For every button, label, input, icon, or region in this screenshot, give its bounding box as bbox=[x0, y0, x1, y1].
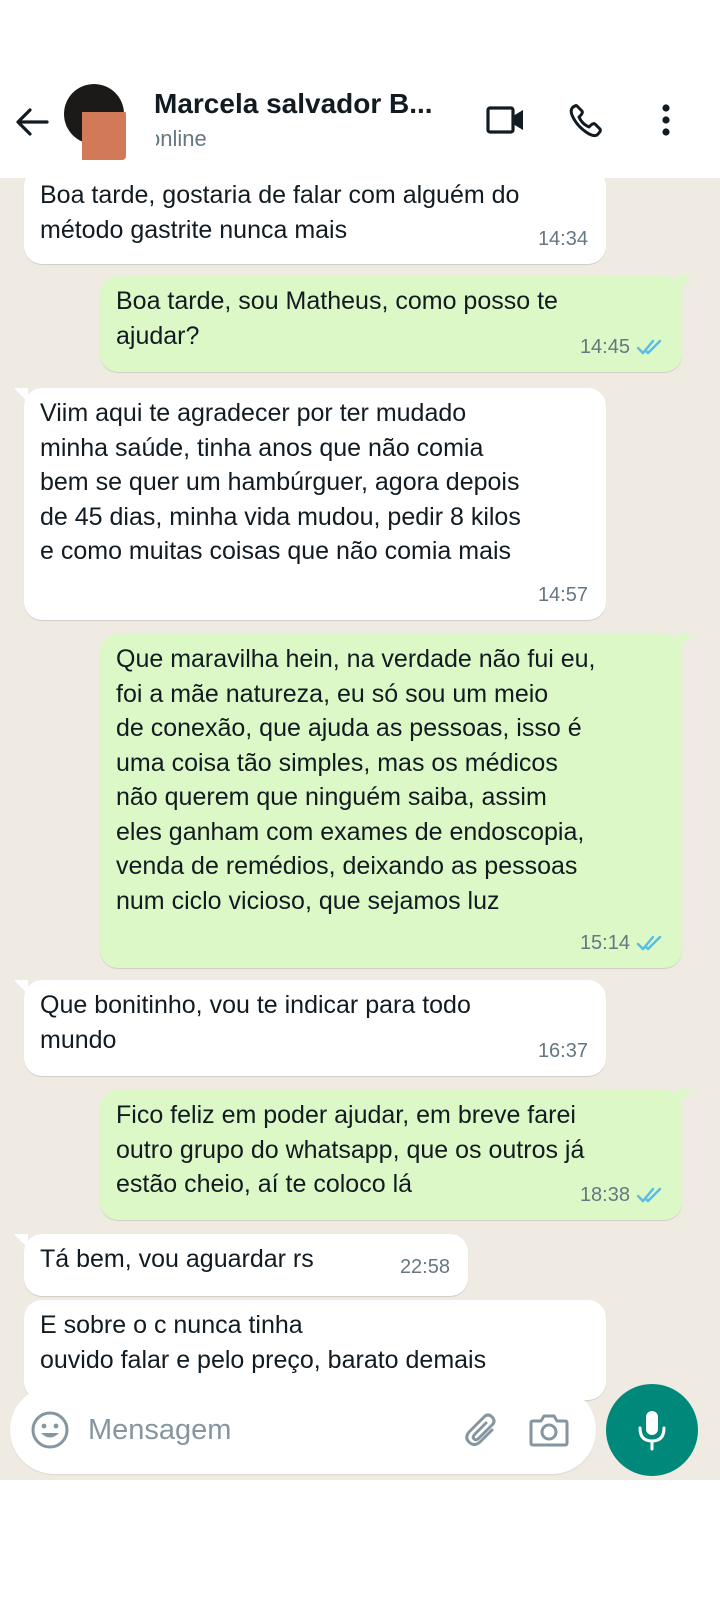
message-text: Boa tarde, sou Matheus, como posso te aj… bbox=[116, 287, 558, 350]
message-outgoing[interactable]: Que maravilha hein, na verdade não fui e… bbox=[100, 634, 692, 968]
attach-icon bbox=[465, 1413, 496, 1446]
camera-icon bbox=[529, 1414, 569, 1447]
emoji-button[interactable] bbox=[30, 1410, 70, 1450]
phone-icon bbox=[569, 104, 602, 138]
message-time: 16:37 bbox=[537, 1039, 588, 1062]
message-incoming[interactable]: Que bonitinho, vou te indicar para todo … bbox=[14, 980, 606, 1076]
message-meta: 14:34 bbox=[538, 222, 588, 257]
message-time: 14:57 bbox=[537, 583, 588, 606]
message-composer bbox=[10, 1386, 596, 1474]
message-input[interactable] bbox=[88, 1408, 448, 1452]
message-time: 15:14 bbox=[579, 931, 630, 954]
message-text: Fico feliz em poder ajudar, em breve far… bbox=[116, 1101, 585, 1198]
read-ticks-icon bbox=[636, 339, 662, 354]
message-incoming[interactable]: E sobre o c nunca tinha ouvido falar e p… bbox=[24, 1300, 606, 1400]
camera-button[interactable] bbox=[528, 1410, 570, 1450]
message-meta: 16:37 bbox=[538, 1034, 588, 1069]
message-meta: 14:57 bbox=[538, 578, 588, 613]
message-incoming[interactable]: Boa tarde, gostaria de falar com alguém … bbox=[24, 178, 606, 264]
message-time: 22:58 bbox=[399, 1255, 450, 1278]
contact-status: online bbox=[156, 126, 207, 151]
message-time: 18:38 bbox=[579, 1183, 630, 1206]
voice-message-button[interactable] bbox=[606, 1384, 698, 1476]
message-incoming[interactable]: Tá bem, vou aguardar rs 22:58 bbox=[14, 1234, 468, 1296]
more-options-button[interactable] bbox=[644, 98, 688, 142]
back-arrow-icon bbox=[16, 108, 49, 136]
bottom-area bbox=[0, 1480, 720, 1600]
message-incoming[interactable]: Viim aqui te agradecer por ter mudado mi… bbox=[14, 388, 606, 620]
back-button[interactable] bbox=[12, 100, 52, 144]
emoji-icon bbox=[31, 1411, 69, 1449]
read-ticks-icon bbox=[636, 1187, 662, 1202]
mic-icon bbox=[638, 1411, 666, 1451]
message-meta: 15:14 bbox=[580, 926, 664, 961]
voice-call-button[interactable] bbox=[564, 98, 608, 142]
message-outgoing[interactable]: Boa tarde, sou Matheus, como posso te aj… bbox=[100, 276, 692, 372]
message-text: Viim aqui te agradecer por ter mudado mi… bbox=[40, 399, 521, 565]
message-text: Tá bem, vou aguardar rs bbox=[40, 1245, 314, 1273]
read-ticks-icon bbox=[636, 935, 662, 950]
attach-button[interactable] bbox=[462, 1410, 502, 1450]
message-meta: 22:58 bbox=[400, 1250, 450, 1285]
video-call-button[interactable] bbox=[484, 98, 528, 142]
message-meta: 18:38 bbox=[580, 1178, 664, 1213]
video-call-icon bbox=[486, 106, 523, 134]
contact-name[interactable]: Marcela salvador B... bbox=[154, 88, 454, 120]
message-outgoing[interactable]: Fico feliz em poder ajudar, em breve far… bbox=[100, 1090, 692, 1220]
message-text: Que maravilha hein, na verdade não fui e… bbox=[116, 645, 596, 915]
chat-area[interactable]: Boa tarde, gostaria de falar com alguém … bbox=[0, 178, 720, 1480]
message-text: E sobre o c nunca tinha ouvido falar e p… bbox=[40, 1311, 487, 1374]
message-text: Que bonitinho, vou te indicar para todo … bbox=[40, 991, 471, 1054]
message-time: 14:34 bbox=[537, 227, 588, 250]
chat-header: Marcela salvador B... online bbox=[0, 0, 720, 178]
avatar[interactable] bbox=[62, 84, 126, 160]
message-time: 14:45 bbox=[579, 335, 630, 358]
message-meta: 14:45 bbox=[580, 330, 664, 365]
more-options-icon bbox=[662, 104, 670, 136]
message-text: Boa tarde, gostaria de falar com alguém … bbox=[40, 181, 520, 244]
